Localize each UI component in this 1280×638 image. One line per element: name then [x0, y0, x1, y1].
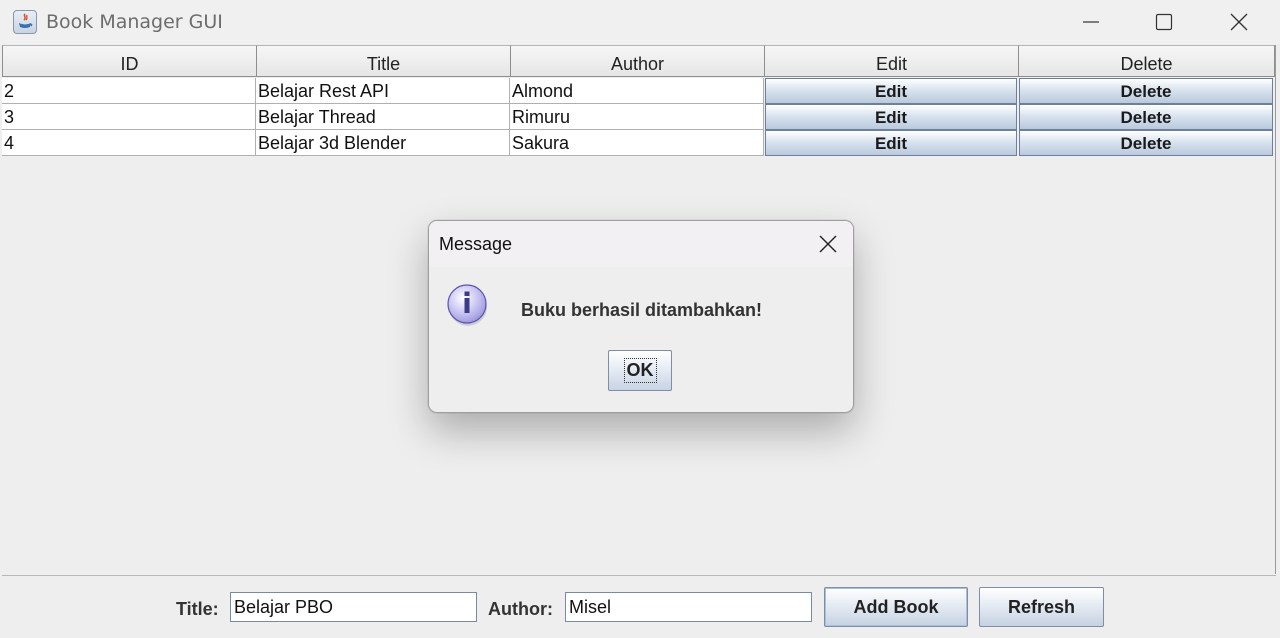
- column-header-delete[interactable]: Delete: [1018, 45, 1275, 77]
- delete-button[interactable]: Delete: [1019, 78, 1273, 104]
- dialog-close-button[interactable]: [813, 229, 843, 259]
- cell-id[interactable]: 3: [2, 104, 256, 130]
- dialog-title-bar: Message: [429, 221, 853, 267]
- cell-id[interactable]: 4: [2, 130, 256, 156]
- maximize-button[interactable]: [1129, 0, 1199, 44]
- main-window: Book Manager GUI ID Title Author Edit De…: [0, 0, 1280, 638]
- cell-title[interactable]: Belajar Thread: [256, 104, 510, 130]
- delete-button[interactable]: Delete: [1019, 130, 1273, 156]
- author-input[interactable]: [565, 592, 812, 622]
- java-icon: [13, 10, 37, 34]
- cell-author[interactable]: Sakura: [510, 130, 764, 156]
- close-button[interactable]: [1204, 0, 1274, 44]
- add-book-button[interactable]: Add Book: [824, 587, 968, 627]
- message-dialog: Message Buku berhasil ditambahkan! OK: [428, 220, 854, 413]
- title-bar: Book Manager GUI: [0, 0, 1280, 44]
- refresh-button[interactable]: Refresh: [979, 587, 1104, 627]
- cell-title[interactable]: Belajar 3d Blender: [256, 130, 510, 156]
- maximize-icon: [1155, 13, 1173, 31]
- ok-button-label: OK: [623, 358, 657, 383]
- ok-button[interactable]: OK: [608, 350, 672, 391]
- column-header-id[interactable]: ID: [2, 45, 257, 77]
- window-title: Book Manager GUI: [46, 11, 223, 33]
- dialog-title: Message: [439, 234, 513, 254]
- table-row[interactable]: 4 Belajar 3d Blender Sakura Edit Delete: [2, 130, 1275, 156]
- column-header-author[interactable]: Author: [510, 45, 765, 77]
- edit-button[interactable]: Edit: [765, 78, 1017, 104]
- title-label: Title:: [176, 599, 219, 619]
- edit-button[interactable]: Edit: [765, 104, 1017, 130]
- table-row[interactable]: 2 Belajar Rest API Almond Edit Delete: [2, 78, 1275, 104]
- delete-button[interactable]: Delete: [1019, 104, 1273, 130]
- title-input[interactable]: [230, 592, 477, 622]
- info-icon: [446, 283, 487, 326]
- minimize-icon: [1083, 21, 1099, 23]
- close-icon: [1230, 13, 1248, 31]
- cell-title[interactable]: Belajar Rest API: [256, 78, 510, 104]
- dialog-message: Buku berhasil ditambahkan!: [521, 300, 763, 320]
- edit-button[interactable]: Edit: [765, 130, 1017, 156]
- author-label: Author:: [488, 599, 553, 619]
- cell-author[interactable]: Almond: [510, 78, 764, 104]
- cell-author[interactable]: Rimuru: [510, 104, 764, 130]
- table-row[interactable]: 3 Belajar Thread Rimuru Edit Delete: [2, 104, 1275, 130]
- column-header-title[interactable]: Title: [256, 45, 511, 77]
- column-header-edit[interactable]: Edit: [764, 45, 1019, 77]
- close-icon: [819, 235, 837, 253]
- table-header: ID Title Author Edit Delete: [2, 45, 1275, 78]
- minimize-button[interactable]: [1056, 0, 1126, 44]
- add-book-form: Title: Author: Add Book Refresh: [2, 575, 1276, 638]
- cell-id[interactable]: 2: [2, 78, 256, 104]
